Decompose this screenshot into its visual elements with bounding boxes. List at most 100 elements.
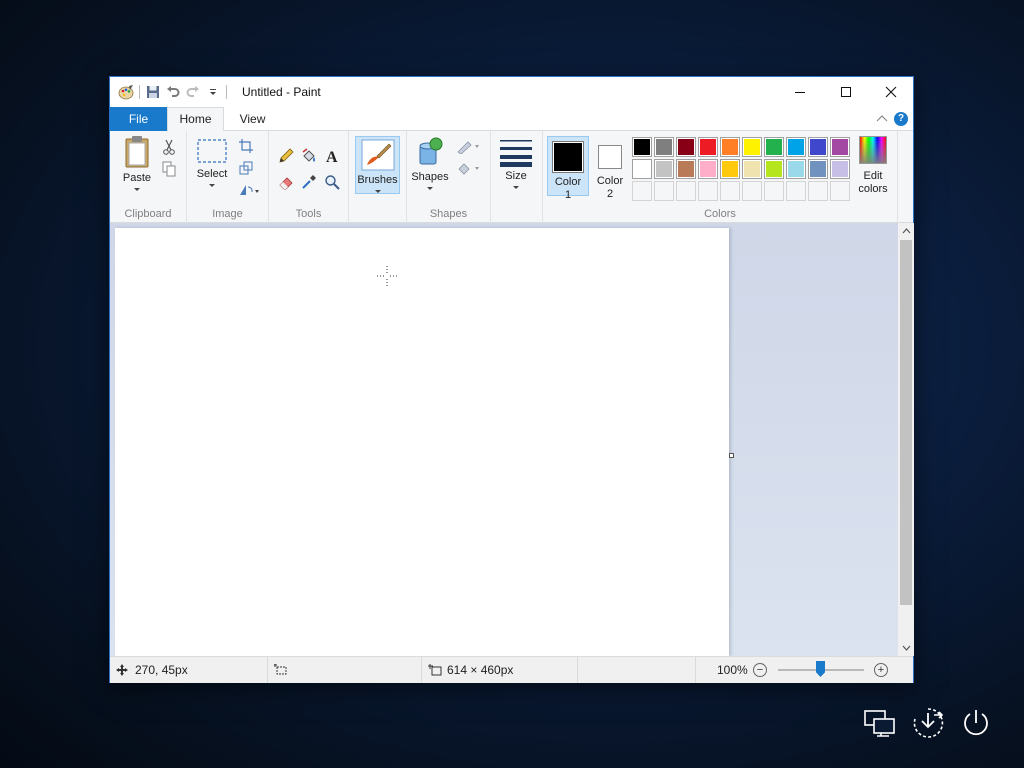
move-cursor-icon — [116, 664, 128, 676]
cursor-position: 270, 45px — [110, 657, 268, 683]
custom-color-slot[interactable] — [720, 181, 740, 201]
group-tools: A Tools — [269, 131, 349, 223]
palette-swatch[interactable] — [720, 159, 740, 179]
palette-swatch[interactable] — [830, 159, 850, 179]
magnifier-icon[interactable] — [323, 173, 341, 191]
group-shapes: Shapes Shapes — [407, 131, 491, 223]
color1-swatch — [552, 141, 584, 173]
customize-qat-icon[interactable] — [203, 83, 223, 101]
network-icon[interactable] — [863, 706, 897, 740]
palette-swatch[interactable] — [676, 159, 696, 179]
paste-dropdown-icon — [134, 188, 140, 191]
palette-swatch[interactable] — [676, 137, 696, 157]
palette-swatch[interactable] — [764, 159, 784, 179]
group-image: Select Image — [187, 131, 269, 223]
power-icon[interactable] — [959, 706, 993, 740]
shapes-button[interactable]: Shapes — [411, 136, 449, 190]
pencil-icon[interactable] — [277, 147, 295, 165]
rotate-icon[interactable] — [237, 181, 261, 199]
paste-button[interactable]: Paste — [116, 135, 158, 191]
drawing-canvas[interactable] — [115, 228, 729, 656]
custom-color-slot[interactable] — [676, 181, 696, 201]
palette-swatch[interactable] — [698, 159, 718, 179]
palette-swatch[interactable] — [654, 159, 674, 179]
edit-colors-button[interactable]: Edit colors — [854, 136, 892, 196]
palette-swatch[interactable] — [632, 137, 652, 157]
brushes-button[interactable]: Brushes — [355, 136, 400, 194]
size-button[interactable]: Size — [497, 137, 535, 189]
custom-color-slot[interactable] — [786, 181, 806, 201]
select-button[interactable]: Select — [193, 137, 231, 187]
quick-access-toolbar — [116, 83, 230, 101]
fill-icon[interactable] — [455, 159, 481, 177]
color-spectrum-icon — [859, 136, 887, 164]
fill-bucket-icon[interactable] — [300, 147, 318, 165]
palette-swatch[interactable] — [698, 137, 718, 157]
maximize-button[interactable] — [823, 77, 869, 107]
outline-icon[interactable] — [455, 137, 481, 155]
minimize-button[interactable] — [777, 77, 823, 107]
ribbon-tabs: File Home View ? — [110, 107, 913, 132]
crop-icon[interactable] — [237, 137, 255, 155]
custom-color-slot[interactable] — [632, 181, 652, 201]
scroll-down-icon[interactable] — [898, 640, 914, 656]
ease-of-access-icon[interactable] — [911, 706, 945, 740]
group-clipboard: Paste Clipboard — [110, 131, 187, 223]
ribbon-home: Paste Clipboard Select Image A Tools Bru… — [110, 131, 913, 223]
custom-color-slot[interactable] — [654, 181, 674, 201]
scrollbar-thumb[interactable] — [900, 240, 912, 605]
undo-icon[interactable] — [163, 83, 183, 101]
maximize-icon — [841, 87, 851, 97]
tab-file[interactable]: File — [110, 107, 167, 131]
status-spacer — [578, 657, 696, 683]
title-bar[interactable]: Untitled - Paint — [110, 77, 913, 107]
custom-color-slot[interactable] — [764, 181, 784, 201]
close-button[interactable] — [868, 77, 914, 107]
color1-button[interactable]: Color 1 — [547, 136, 589, 201]
redo-icon[interactable] — [183, 83, 203, 101]
canvas-resize-handle[interactable] — [729, 453, 734, 458]
zoom-out-icon[interactable]: − — [753, 663, 767, 677]
palette-swatch[interactable] — [632, 159, 652, 179]
text-icon[interactable]: A — [323, 147, 341, 165]
group-label-clipboard: Clipboard — [124, 208, 172, 220]
palette-swatch[interactable] — [720, 137, 740, 157]
custom-color-slot[interactable] — [698, 181, 718, 201]
palette-swatch[interactable] — [808, 137, 828, 157]
shapes-icon — [419, 137, 443, 165]
tab-home[interactable]: Home — [167, 107, 224, 132]
tab-view[interactable]: View — [224, 107, 281, 131]
palette-swatch[interactable] — [786, 159, 806, 179]
select-rectangle-icon — [197, 139, 227, 163]
group-label-colors: Colors — [704, 208, 736, 220]
vertical-scrollbar[interactable] — [898, 223, 914, 656]
color2-button[interactable]: Color 2 — [591, 136, 629, 200]
minimize-ribbon-icon[interactable] — [875, 113, 889, 125]
custom-color-slot[interactable] — [808, 181, 828, 201]
custom-color-slot[interactable] — [830, 181, 850, 201]
resize-icon[interactable] — [237, 159, 255, 177]
help-icon[interactable]: ? — [894, 112, 908, 126]
palette-swatch[interactable] — [808, 159, 828, 179]
copy-icon[interactable] — [160, 160, 178, 178]
paint-app-icon[interactable] — [116, 83, 136, 101]
zoom-level: 100% — [717, 663, 748, 677]
cut-icon[interactable] — [160, 138, 178, 156]
palette-swatch[interactable] — [764, 137, 784, 157]
scroll-up-icon[interactable] — [898, 223, 914, 239]
palette-swatch[interactable] — [742, 137, 762, 157]
color-picker-icon[interactable] — [300, 173, 318, 191]
palette-swatch[interactable] — [742, 159, 762, 179]
palette-swatch[interactable] — [654, 137, 674, 157]
custom-color-slot[interactable] — [742, 181, 762, 201]
save-icon[interactable] — [143, 83, 163, 101]
palette-swatch[interactable] — [830, 137, 850, 157]
brush-icon — [361, 139, 394, 171]
group-label-image: Image — [212, 208, 243, 220]
qat-separator — [226, 85, 227, 99]
zoom-in-icon[interactable]: + — [874, 663, 888, 677]
canvas-size-icon — [428, 664, 442, 676]
eraser-icon[interactable] — [277, 173, 295, 191]
group-size: Size — [491, 131, 543, 223]
palette-swatch[interactable] — [786, 137, 806, 157]
